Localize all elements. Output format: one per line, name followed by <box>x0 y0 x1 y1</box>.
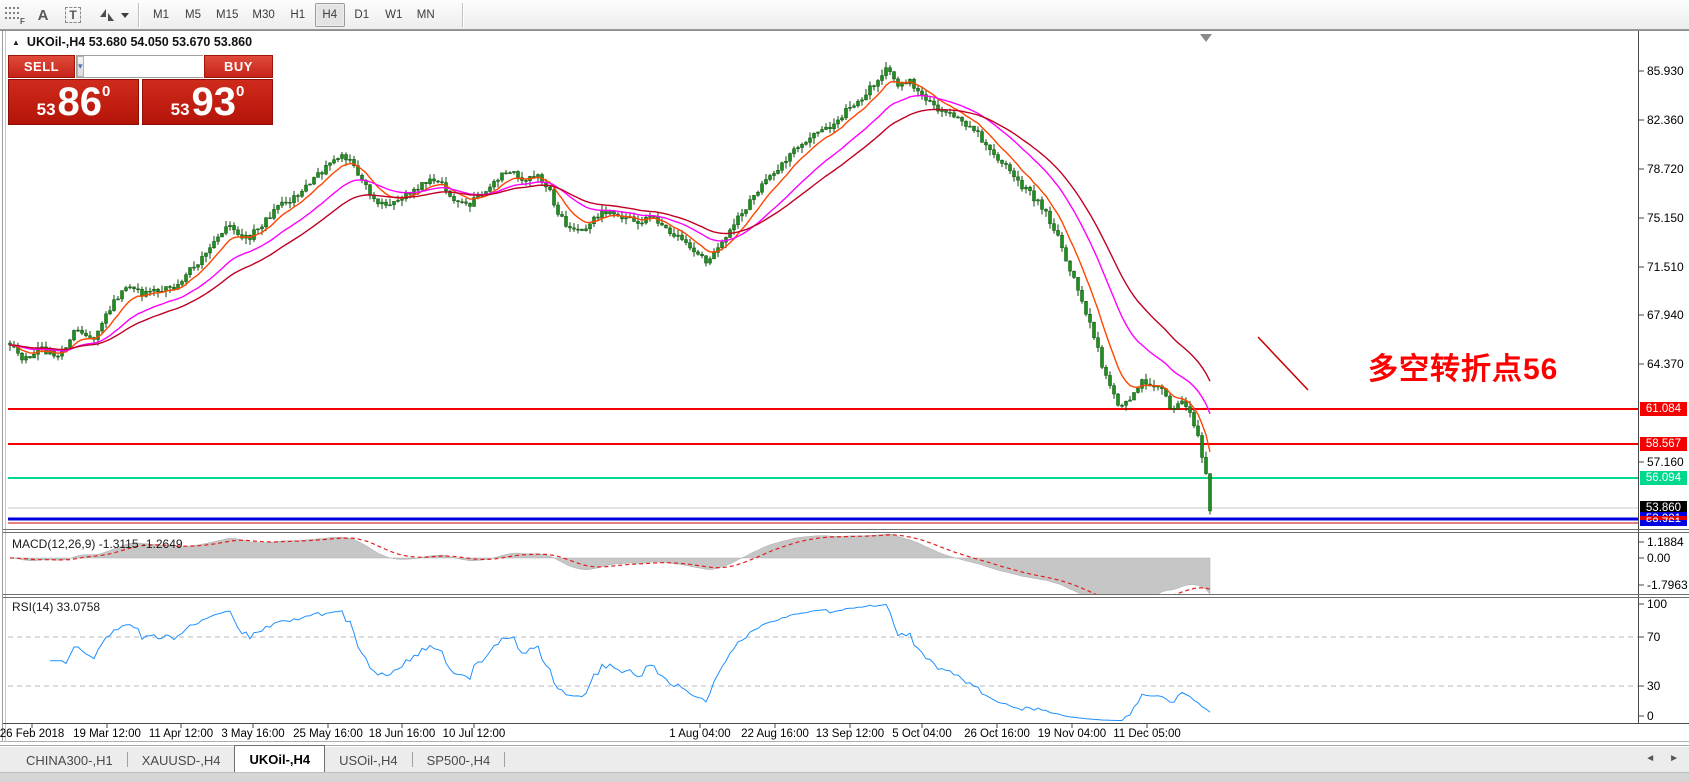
axis-tick-label: 10 Jul 12:00 <box>443 728 506 740</box>
axis-tick-label: 19 Nov 04:00 <box>1038 728 1106 740</box>
text-tool-label: A <box>38 7 49 24</box>
chart-tab-sp500h4[interactable]: SP500-,H4 <box>413 748 505 772</box>
chart-tab-china300h1[interactable]: CHINA300-,H1 <box>12 748 127 772</box>
text-tool-button[interactable]: A <box>30 3 56 27</box>
volume-stepper: ▾ ▴ <box>76 55 203 78</box>
axis-tick-label: 64.370 <box>1647 357 1684 371</box>
chart-annotation-text[interactable]: 多空转折点56 <box>1368 344 1558 388</box>
label-tool-label: T <box>65 7 80 23</box>
expand-arrow-icon[interactable]: ▲ <box>12 38 20 47</box>
axis-tick-label: 11 Dec 05:00 <box>1113 728 1181 740</box>
axis-tick-label: 1 Aug 04:00 <box>669 728 730 740</box>
annotation-trendline[interactable] <box>1258 337 1308 390</box>
timeframe-button-h4[interactable]: H4 <box>315 3 345 27</box>
timeframe-button-d1[interactable]: D1 <box>347 3 377 27</box>
sell-price-digits: 86 <box>58 84 103 120</box>
mt4-window: 85.930 82.360 78.720 75.150 71.510 67.940 64.3… <box>0 0 1689 782</box>
ma-slow-line <box>10 109 1210 381</box>
axis-tick-label: 25 May 16:00 <box>293 728 363 740</box>
timeframe-button-w1[interactable]: W1 <box>379 3 409 27</box>
chart-tab-ukoilh4[interactable]: UKOil-,H4 <box>234 745 325 772</box>
axis-tick-label: 78.720 <box>1647 162 1684 176</box>
chart-title: ▲ UKOil-,H4 53.680 54.050 53.670 53.860 <box>12 35 252 49</box>
moving-averages-layer <box>10 82 1210 452</box>
buy-button[interactable]: BUY <box>204 55 273 78</box>
axis-labels: 85.930 82.360 78.720 75.150 71.510 67.940 64.3… <box>0 64 1688 740</box>
macd-layer <box>10 534 1210 613</box>
axis-tick-label: 85.930 <box>1647 64 1684 78</box>
rsi-indicator-title: RSI(14) 33.0758 <box>12 600 100 614</box>
buy-price-sup: 0 <box>236 85 244 99</box>
toolbar-separator <box>138 3 139 27</box>
rsi-layer <box>8 604 1638 720</box>
axis-tick-label: 100 <box>1647 597 1667 611</box>
toolbar-separator <box>462 3 463 27</box>
axis-tick-label: 13 Sep 12:00 <box>816 728 884 740</box>
axis-tick-label: 5 Oct 04:00 <box>892 728 951 740</box>
buy-price-digits: 93 <box>192 84 237 120</box>
sell-price-box[interactable]: 53 86 0 <box>8 79 139 125</box>
buy-price-box[interactable]: 53 93 0 <box>142 79 273 125</box>
timeframe-toolbar: M1M5M15M30H1H4D1W1MN <box>146 3 441 27</box>
chart-tab-usoilh4[interactable]: USOil-,H4 <box>325 748 412 772</box>
tab-scroll-left-icon[interactable]: ◄ <box>1645 753 1655 764</box>
timeframe-button-m30[interactable]: M30 <box>246 3 280 27</box>
axis-tick-label: 30 <box>1647 679 1661 693</box>
timeframe-button-m1[interactable]: M1 <box>146 3 176 27</box>
axis-tick-label: 18 Jun 16:00 <box>369 728 436 740</box>
svg-text:F: F <box>20 17 25 26</box>
axis-tick-label: 1.1884 <box>1647 535 1684 549</box>
candles-layer <box>9 62 1212 515</box>
chart-tab-xauusdh4[interactable]: XAUUSD-,H4 <box>128 748 235 772</box>
price-tag-52.721: 52.721 <box>1640 516 1687 520</box>
one-click-trading-panel: SELL ▾ ▴ BUY 53 86 0 53 93 0 <box>8 55 273 125</box>
axis-tick-label: 71.510 <box>1647 260 1684 274</box>
sell-button[interactable]: SELL <box>8 55 75 78</box>
label-tool-button[interactable]: T <box>60 3 86 27</box>
level-lines <box>8 409 1638 523</box>
sell-price-sup: 0 <box>102 85 110 99</box>
price-tag-56.094: 56.094 <box>1640 471 1687 485</box>
axis-tick-label: 0.00 <box>1647 551 1671 565</box>
axis-tick-label: 75.150 <box>1647 211 1684 225</box>
macd-indicator-title: MACD(12,26,9) -1.3115 -1.2649 <box>12 537 183 551</box>
annotation-layer <box>1258 337 1308 390</box>
ma-medium-line <box>10 96 1210 414</box>
axis-tick-label: 57.160 <box>1647 455 1684 469</box>
toolbar-grip-icon[interactable]: F <box>3 4 27 26</box>
axis-tick-label: -1.7963 <box>1647 578 1688 592</box>
timeframe-button-m15[interactable]: M15 <box>210 3 244 27</box>
axis-tick-label: 26 Feb 2018 <box>0 728 64 740</box>
tab-scroll-arrows: ◄ ► <box>1645 753 1679 764</box>
arrows-tool-button[interactable] <box>92 3 132 27</box>
timeframe-button-mn[interactable]: MN <box>411 3 441 27</box>
price-tag-61.084: 61.084 <box>1640 402 1687 416</box>
price-tag-58.567: 58.567 <box>1640 437 1687 451</box>
axis-tick-label: 22 Aug 16:00 <box>741 728 809 740</box>
tab-separator <box>504 752 505 767</box>
status-bar <box>0 772 1689 782</box>
axis-tick-label: 0 <box>1647 709 1654 723</box>
scroll-position-icon <box>1200 34 1212 42</box>
timeframe-button-m5[interactable]: M5 <box>178 3 208 27</box>
axis-tick-label: 67.940 <box>1647 308 1684 322</box>
rsi-line <box>50 604 1210 720</box>
tab-scroll-right-icon[interactable]: ► <box>1669 753 1679 764</box>
buy-price-prefix: 53 <box>171 100 190 120</box>
axis-tick-label: 70 <box>1647 630 1661 644</box>
chart-tab-bar: CHINA300-,H1XAUUSD-,H4UKOil-,H4USOil-,H4… <box>0 746 1689 772</box>
axis-tick-label: 3 May 16:00 <box>221 728 284 740</box>
chart-title-text: UKOil-,H4 53.680 54.050 53.670 53.860 <box>27 35 252 49</box>
axis-tick-label: 19 Mar 12:00 <box>73 728 141 740</box>
axis-tick-label: 26 Oct 16:00 <box>964 728 1030 740</box>
sell-price-prefix: 53 <box>37 100 56 120</box>
axis-tick-label: 82.360 <box>1647 113 1684 127</box>
ma-fast-line <box>10 82 1210 452</box>
axis-tick-label: 11 Apr 12:00 <box>149 728 213 740</box>
top-toolbar: F A T M1M5M15M30H1H4D1W1MN <box>0 0 1689 30</box>
timeframe-button-h1[interactable]: H1 <box>283 3 313 27</box>
